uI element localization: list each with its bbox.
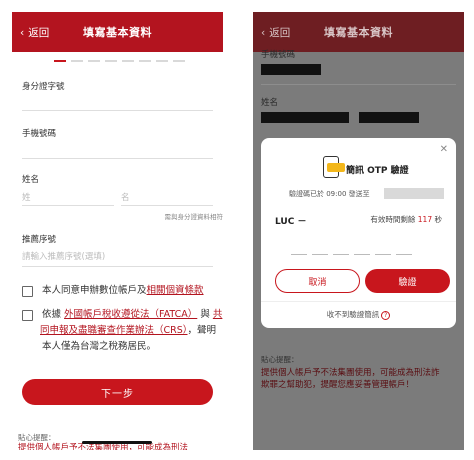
back-button[interactable]: ‹ 返回 xyxy=(261,25,290,40)
name-label: 姓名 xyxy=(261,98,279,108)
step-2 xyxy=(71,60,83,62)
agree-terms-checkbox[interactable] xyxy=(22,286,33,297)
tax-mid: 與 xyxy=(200,309,210,320)
crs-link-start[interactable]: 共 xyxy=(213,309,223,320)
given-name-input[interactable] xyxy=(121,205,213,206)
expire-seconds: 117 xyxy=(417,215,433,224)
fatca-link[interactable]: 外國帳戶稅收遵從法（FATCA） xyxy=(64,309,197,320)
phone-input[interactable] xyxy=(22,158,213,159)
tax-declaration-text: 依據 外國帳戶稅收遵從法（FATCA） 與 共 同申報及盡職審查作業辦法（CRS… xyxy=(40,307,223,355)
name-note: 需與身分證資料相符 xyxy=(164,213,224,221)
name-label: 姓名 xyxy=(22,175,40,185)
tax-residency-text: 本人僅為台灣之稅務居民。 xyxy=(42,341,157,352)
step-4 xyxy=(105,60,117,62)
otp-slot xyxy=(312,254,328,255)
phone-redacted xyxy=(384,188,444,199)
otp-slot xyxy=(333,254,349,255)
chevron-left-icon: ‹ xyxy=(20,26,25,39)
phone-underline xyxy=(261,84,456,85)
tip-line-1: 提供個人帳戶予不法集團使用，可能成為刑法詐 xyxy=(261,368,440,378)
id-input[interactable] xyxy=(22,110,213,111)
otp-screen: ‹ 返回 填寫基本資料 手機號碼 姓名 ✕ 簡訊 OTP 驗證 驗證碼已於 09… xyxy=(253,12,464,450)
cancel-button[interactable]: 取消 xyxy=(275,269,360,293)
otp-code-input[interactable] xyxy=(291,254,412,255)
nav-bar: ‹ 返回 填寫基本資料 xyxy=(12,12,223,52)
close-icon[interactable]: ✕ xyxy=(440,144,448,155)
sms-phone-icon xyxy=(323,156,345,178)
tip-label: 貼心提醒： xyxy=(261,355,299,364)
otp-title: 簡訊 OTP 驗證 xyxy=(346,166,409,176)
tax-declaration-checkbox[interactable] xyxy=(22,310,33,321)
nav-bar-dimmed: ‹ 返回 填寫基本資料 xyxy=(253,12,464,52)
otp-dialog: ✕ 簡訊 OTP 驗證 驗證碼已於 09:00 發送至 LUC － 有效時間剩餘… xyxy=(261,138,456,328)
privacy-terms-link[interactable]: 相關個資條款 xyxy=(147,285,204,296)
step-7 xyxy=(156,60,168,62)
step-1 xyxy=(54,60,66,62)
step-3 xyxy=(88,60,100,62)
expire-unit: 秒 xyxy=(434,215,443,224)
tax-prefix: 依據 xyxy=(42,309,62,320)
surname-input[interactable] xyxy=(22,205,114,206)
no-otp-label: 收不到驗證簡訊 xyxy=(326,310,380,319)
step-5 xyxy=(122,60,134,62)
divider xyxy=(261,301,456,302)
back-label: 返回 xyxy=(269,27,291,39)
step-indicator xyxy=(54,60,185,62)
back-label: 返回 xyxy=(28,27,50,39)
otp-slot xyxy=(354,254,370,255)
otp-slot xyxy=(396,254,412,255)
otp-expire-timer: 有效時間剩餘 117 秒 xyxy=(370,214,442,225)
given-name-redacted xyxy=(359,112,419,123)
message-bubble-icon xyxy=(327,163,345,172)
next-step-button[interactable]: 下一步 xyxy=(22,379,213,405)
verify-button[interactable]: 驗證 xyxy=(365,269,450,293)
otp-prefix-code: LUC － xyxy=(275,217,307,227)
tip-line-2: 欺罪之幫助犯，提醒您應妥善管理帳戶！ xyxy=(261,380,415,390)
agree-terms-label: 本人同意申辦數位帳戶及 xyxy=(42,285,147,296)
otp-slot xyxy=(291,254,307,255)
referral-label: 推薦序號 xyxy=(22,235,57,245)
step-8 xyxy=(173,60,185,62)
agree-terms-text: 本人同意申辦數位帳戶及相關個資條款 xyxy=(42,283,204,299)
surname-placeholder: 姓 xyxy=(22,193,31,203)
chevron-left-icon: ‹ xyxy=(261,26,266,39)
form-screen: ‹ 返回 填寫基本資料 身分證字號 手機號碼 姓名 姓 名 需與身分證資料相符 … xyxy=(12,12,223,450)
otp-slot xyxy=(375,254,391,255)
help-icon: ? xyxy=(381,311,391,320)
crs-link[interactable]: 同申報及盡職審查作業辦法（CRS） xyxy=(40,325,188,336)
home-indicator xyxy=(82,441,152,444)
tax-suffix: ，聲明 xyxy=(187,325,217,336)
phone-label: 手機號碼 xyxy=(22,129,57,139)
id-label: 身分證字號 xyxy=(22,82,65,92)
expire-label: 有效時間剩餘 xyxy=(370,215,416,224)
phone-redacted xyxy=(261,64,321,75)
referral-input[interactable] xyxy=(22,266,213,267)
no-otp-link[interactable]: 收不到驗證簡訊? xyxy=(261,309,456,320)
otp-sent-text: 驗證碼已於 09:00 發送至 xyxy=(289,190,370,198)
surname-redacted xyxy=(261,112,349,123)
tip-text: 提供個人帳戶予不法集團使用，可能成為刑法詐 欺罪之幫助犯，提醒您應妥善管理帳戶！ xyxy=(261,367,461,391)
given-name-placeholder: 名 xyxy=(121,193,130,203)
step-6 xyxy=(139,60,151,62)
back-button[interactable]: ‹ 返回 xyxy=(20,25,49,40)
referral-placeholder: 請輸入推薦序號(選填) xyxy=(22,252,106,262)
phone-label: 手機號碼 xyxy=(261,50,296,60)
